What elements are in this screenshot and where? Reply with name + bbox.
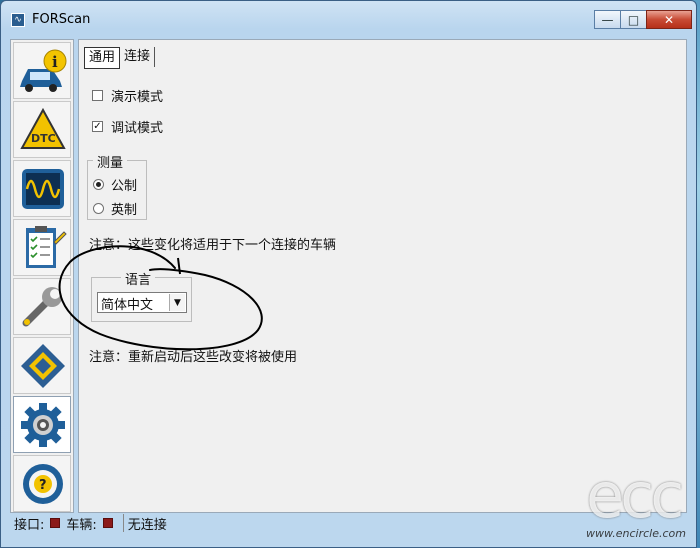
nav-tests[interactable] (13, 219, 71, 276)
nav-help[interactable]: ? (13, 455, 71, 512)
measurement-group: 测量 公制 英制 (87, 152, 147, 220)
wrench-icon (22, 287, 62, 327)
nav-settings[interactable] (13, 396, 71, 453)
tab-connection[interactable]: 连接 (120, 47, 156, 67)
caption-buttons: — □ ✕ (594, 10, 692, 30)
nav-vehicle-info[interactable]: i (13, 42, 71, 99)
left-navigation: i DTC ? (10, 39, 74, 513)
help-steering-icon: ? (23, 464, 63, 504)
vehicle-led (102, 518, 113, 528)
oscilloscope-icon (22, 169, 64, 209)
nav-configuration[interactable] (13, 337, 71, 394)
note-next-connection: 注意：这些变化将适用于下一个连接的车辆 (89, 238, 337, 253)
dtc-warning-icon: DTC (20, 107, 66, 149)
language-select-value: 简体中文 (101, 298, 154, 313)
connection-status: 无连接 (124, 514, 171, 533)
close-button[interactable]: ✕ (646, 10, 692, 29)
maximize-button[interactable]: □ (620, 10, 647, 29)
metric-option[interactable]: 公制 (93, 175, 137, 194)
tab-general[interactable]: 通用 (84, 47, 121, 69)
tab-strip: 通用 连接 (84, 47, 156, 69)
title-bar[interactable]: ∿ FORScan — □ ✕ (1, 1, 696, 35)
measurement-legend: 测量 (93, 152, 128, 171)
chip-icon (21, 344, 65, 388)
svg-text:?: ? (39, 478, 47, 493)
connection-status-text: 无连接 (127, 517, 167, 533)
imperial-option[interactable]: 英制 (93, 199, 137, 218)
demo-mode-option[interactable]: 演示模式 (92, 86, 163, 105)
language-select[interactable]: 简体中文 ▼ (97, 292, 187, 313)
settings-panel: 通用 连接 演示模式 ✓ 调试模式 测量 公制 英制 注意：这些变化将适用于下一… (78, 39, 687, 513)
demo-mode-checkbox[interactable] (92, 90, 103, 101)
watermark: ecc www.encircle.com (585, 459, 686, 541)
vehicle-label: 车辆: (66, 517, 97, 533)
interface-label: 接口: (14, 517, 45, 533)
metric-label: 公制 (111, 179, 138, 194)
gear-icon (21, 403, 65, 447)
watermark-url: www.encircle.com (585, 527, 686, 540)
debug-mode-checkbox[interactable]: ✓ (92, 121, 103, 132)
window-title: FORScan (32, 12, 91, 27)
metric-radio[interactable] (93, 179, 104, 190)
minimize-button[interactable]: — (594, 10, 621, 29)
nav-dtc[interactable]: DTC (13, 101, 71, 158)
app-icon: ∿ (11, 13, 25, 27)
imperial-radio[interactable] (93, 203, 104, 214)
demo-mode-label: 演示模式 (111, 90, 164, 105)
watermark-logo: ecc (585, 459, 684, 532)
debug-mode-label: 调试模式 (111, 121, 164, 136)
interface-status: 接口: 车辆: (10, 514, 124, 533)
svg-text:i: i (52, 53, 58, 71)
checklist-icon (26, 226, 67, 268)
interface-led (50, 518, 61, 528)
chevron-down-icon[interactable]: ▼ (169, 294, 185, 311)
imperial-label: 英制 (111, 203, 138, 218)
car-info-icon: i (20, 49, 67, 92)
language-legend: 语言 (121, 269, 156, 288)
nav-service[interactable] (13, 278, 71, 335)
debug-mode-option[interactable]: ✓ 调试模式 (92, 117, 163, 136)
note-after-restart: 注意：重新启动后这些改变将被使用 (89, 350, 298, 365)
nav-oscilloscope[interactable] (13, 160, 71, 217)
svg-text:DTC: DTC (31, 132, 56, 145)
